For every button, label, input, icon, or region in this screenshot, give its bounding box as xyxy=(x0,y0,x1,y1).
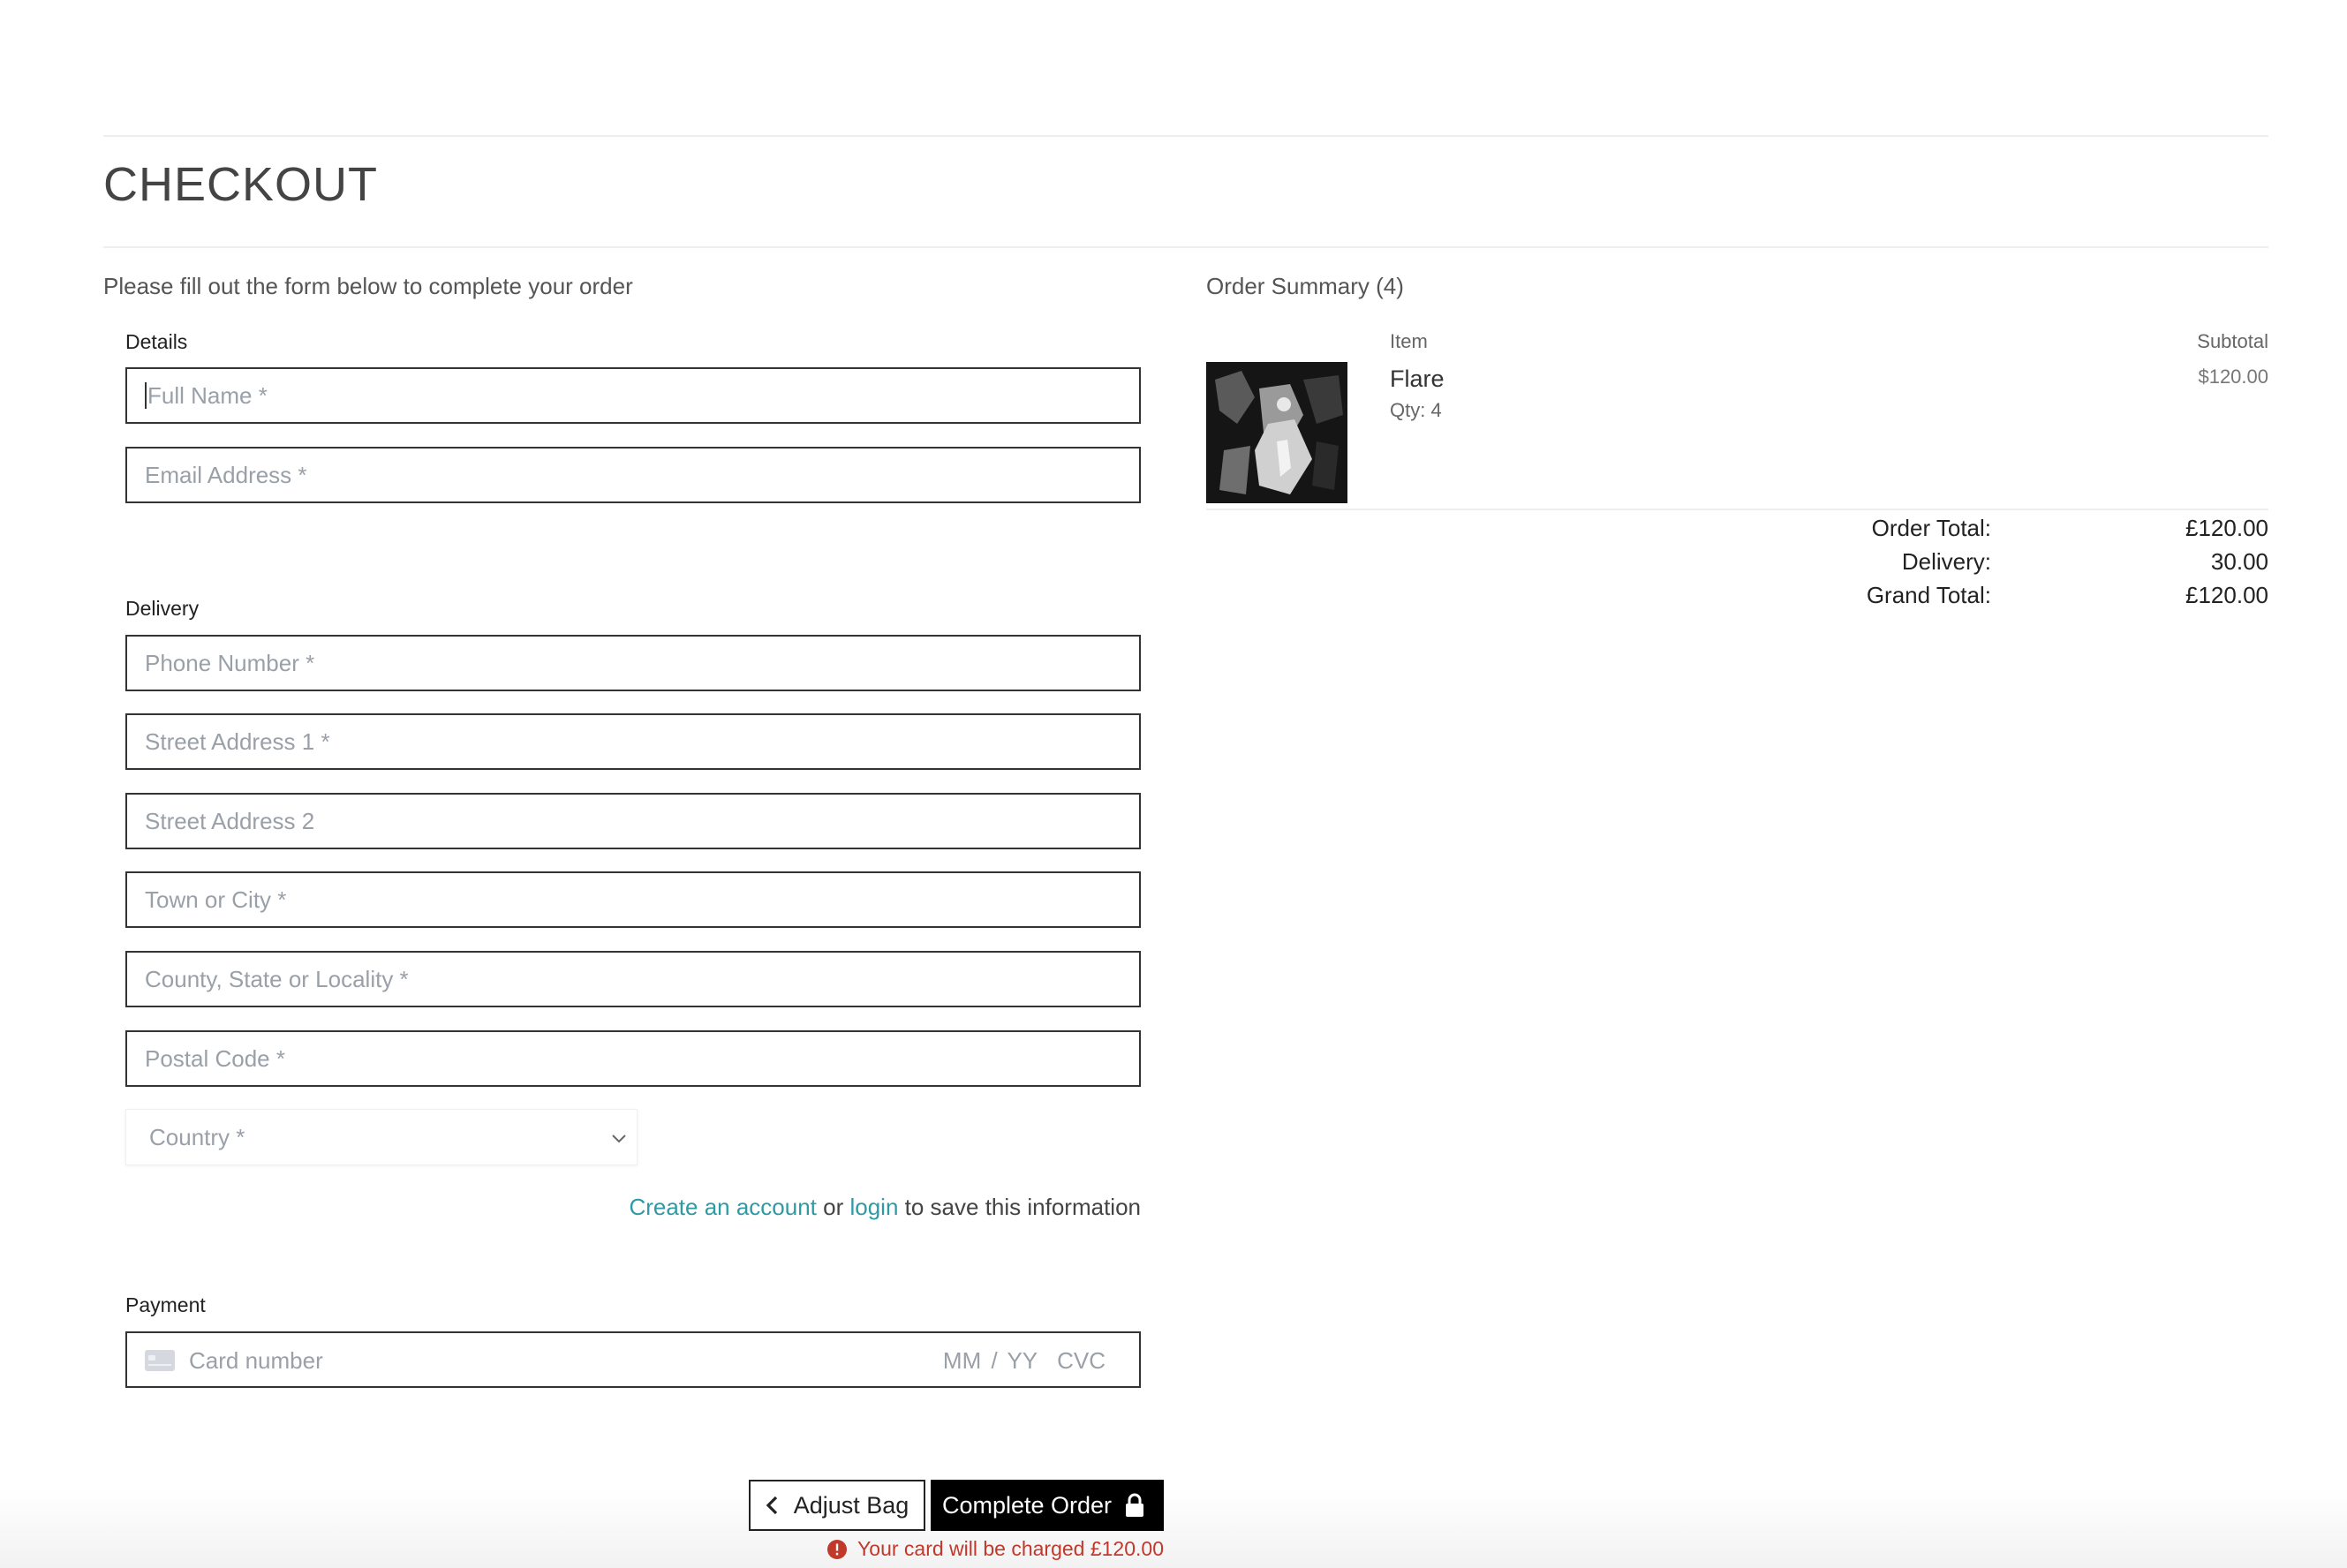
subtotal-column-header: Subtotal xyxy=(2197,330,2268,352)
card-number-placeholder: Card number xyxy=(189,1347,323,1374)
street-address-2-input[interactable]: Street Address 2 xyxy=(125,793,1141,849)
product-image[interactable] xyxy=(1206,362,1347,503)
delivery-cost-label: Delivery: xyxy=(1901,548,1991,575)
login-link[interactable]: login xyxy=(849,1194,898,1220)
alert-circle-icon xyxy=(827,1539,848,1559)
credit-card-icon xyxy=(145,1350,175,1371)
order-total-label: Order Total: xyxy=(1871,515,1991,541)
town-input[interactable]: Town or City * xyxy=(125,871,1141,928)
street-address-1-input[interactable]: Street Address 1 * xyxy=(125,713,1141,770)
card-number-input[interactable]: Card number MM / YY CVC xyxy=(125,1331,1141,1388)
country-placeholder: Country * xyxy=(149,1124,245,1150)
create-account-link[interactable]: Create an account xyxy=(629,1194,816,1220)
payment-label: Payment xyxy=(125,1293,206,1316)
county-placeholder: County, State or Locality * xyxy=(145,966,409,992)
delivery-cost-value: 30.00 xyxy=(2210,548,2268,575)
street-address-2-placeholder: Street Address 2 xyxy=(145,808,315,834)
postal-code-placeholder: Postal Code * xyxy=(145,1045,285,1072)
adjust-bag-button[interactable]: Adjust Bag xyxy=(749,1480,925,1531)
title-divider xyxy=(103,246,2268,248)
phone-input[interactable]: Phone Number * xyxy=(125,635,1141,691)
charge-notice: Your card will be charged £120.00 xyxy=(827,1537,1164,1561)
form-intro: Please fill out the form below to comple… xyxy=(103,273,633,299)
text-caret xyxy=(145,382,147,410)
adjust-bag-label: Adjust Bag xyxy=(793,1491,909,1519)
summary-divider xyxy=(1206,509,2268,510)
order-total-value: £120.00 xyxy=(2185,515,2268,541)
country-select[interactable]: Country * xyxy=(125,1109,638,1165)
account-suffix-text: to save this information xyxy=(898,1194,1141,1220)
complete-order-button[interactable]: Complete Order xyxy=(931,1480,1164,1531)
county-input[interactable]: County, State or Locality * xyxy=(125,951,1141,1007)
lock-icon xyxy=(1126,1493,1144,1517)
grand-total-label: Grand Total: xyxy=(1866,582,1991,608)
card-expiry-cvc-placeholder: MM / YY CVC xyxy=(942,1347,1106,1374)
complete-order-label: Complete Order xyxy=(941,1491,1113,1519)
email-input[interactable]: Email Address * xyxy=(125,447,1141,503)
order-summary-title: Order Summary (4) xyxy=(1206,273,1404,299)
product-subtotal: $120.00 xyxy=(2198,366,2268,388)
town-placeholder: Town or City * xyxy=(145,886,287,913)
phone-placeholder: Phone Number * xyxy=(145,650,315,676)
delivery-label: Delivery xyxy=(125,597,200,620)
bottom-fade xyxy=(0,1489,2347,1568)
product-quantity: Qty: 4 xyxy=(1390,399,1442,421)
full-name-placeholder: Full Name * xyxy=(147,382,268,409)
page-title: CHECKOUT xyxy=(103,158,379,211)
account-or-text: or xyxy=(816,1194,850,1220)
product-artwork xyxy=(1206,362,1347,503)
account-prompt: Create an account or login to save this … xyxy=(629,1194,1141,1221)
item-column-header: Item xyxy=(1390,330,1428,352)
top-divider xyxy=(103,135,2268,137)
chevron-down-icon xyxy=(612,1135,626,1143)
product-name: Flare xyxy=(1390,366,1445,392)
chevron-left-icon xyxy=(766,1496,777,1515)
full-name-input[interactable]: Full Name * xyxy=(125,367,1141,424)
street-address-1-placeholder: Street Address 1 * xyxy=(145,728,330,755)
email-placeholder: Email Address * xyxy=(145,462,307,488)
charge-notice-text: Your card will be charged £120.00 xyxy=(857,1537,1164,1560)
details-label: Details xyxy=(125,330,188,353)
postal-code-input[interactable]: Postal Code * xyxy=(125,1030,1141,1087)
grand-total-value: £120.00 xyxy=(2185,582,2268,608)
